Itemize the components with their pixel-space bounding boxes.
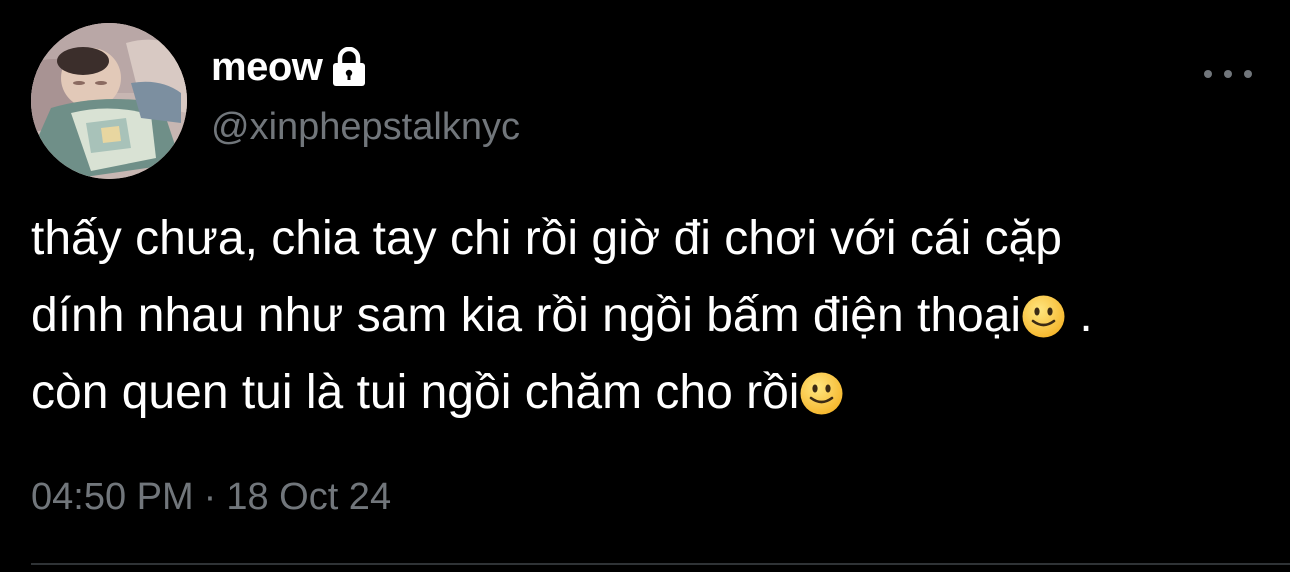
tweet-text-line-2: dính nhau như sam kia rồi ngồi bấm điện … <box>31 289 1022 342</box>
more-horizontal-icon-dot <box>1244 70 1252 78</box>
more-horizontal-icon-dot <box>1224 70 1232 78</box>
tweet-time: 04:50 PM <box>31 476 194 518</box>
timestamp-separator: · <box>203 476 217 518</box>
divider <box>31 563 1290 565</box>
more-horizontal-icon <box>1204 70 1212 78</box>
tweet-text-line-2-suffix: . <box>1066 289 1093 342</box>
display-name[interactable]: meow <box>211 45 323 90</box>
user-handle[interactable]: @xinphepstalknyc <box>211 106 520 149</box>
display-name-row: meow <box>211 40 368 94</box>
more-options-button[interactable] <box>1204 60 1252 88</box>
tweet-timestamp[interactable]: 04:50 PM · 18 Oct 24 <box>31 476 391 519</box>
tweet-text-line: dính nhau như sam kia rồi ngồi bấm điện … <box>31 277 1276 354</box>
sleeping-baby-avatar-image <box>31 23 187 179</box>
tweet-text-line-3: còn quen tui là tui ngồi chăm cho rồi <box>31 366 800 419</box>
tweet-text-line-1: thấy chưa, chia tay chi rồi giờ đi chơi … <box>31 212 1062 265</box>
tweet-date: 18 Oct 24 <box>226 476 392 518</box>
tweet-text: thấy chưa, chia tay chi rồi giờ đi chơi … <box>31 200 1276 431</box>
tweet-card: meow @xinphepstalknyc thấy chưa, chia ta… <box>0 0 1290 572</box>
slightly-smiling-face-icon <box>1022 295 1065 338</box>
slightly-smiling-face-icon <box>800 372 843 415</box>
tweet-text-line: còn quen tui là tui ngồi chăm cho rồi <box>31 354 1276 431</box>
lock-icon <box>330 46 368 87</box>
avatar[interactable] <box>31 23 187 179</box>
tweet-text-line: thấy chưa, chia tay chi rồi giờ đi chơi … <box>31 200 1276 277</box>
